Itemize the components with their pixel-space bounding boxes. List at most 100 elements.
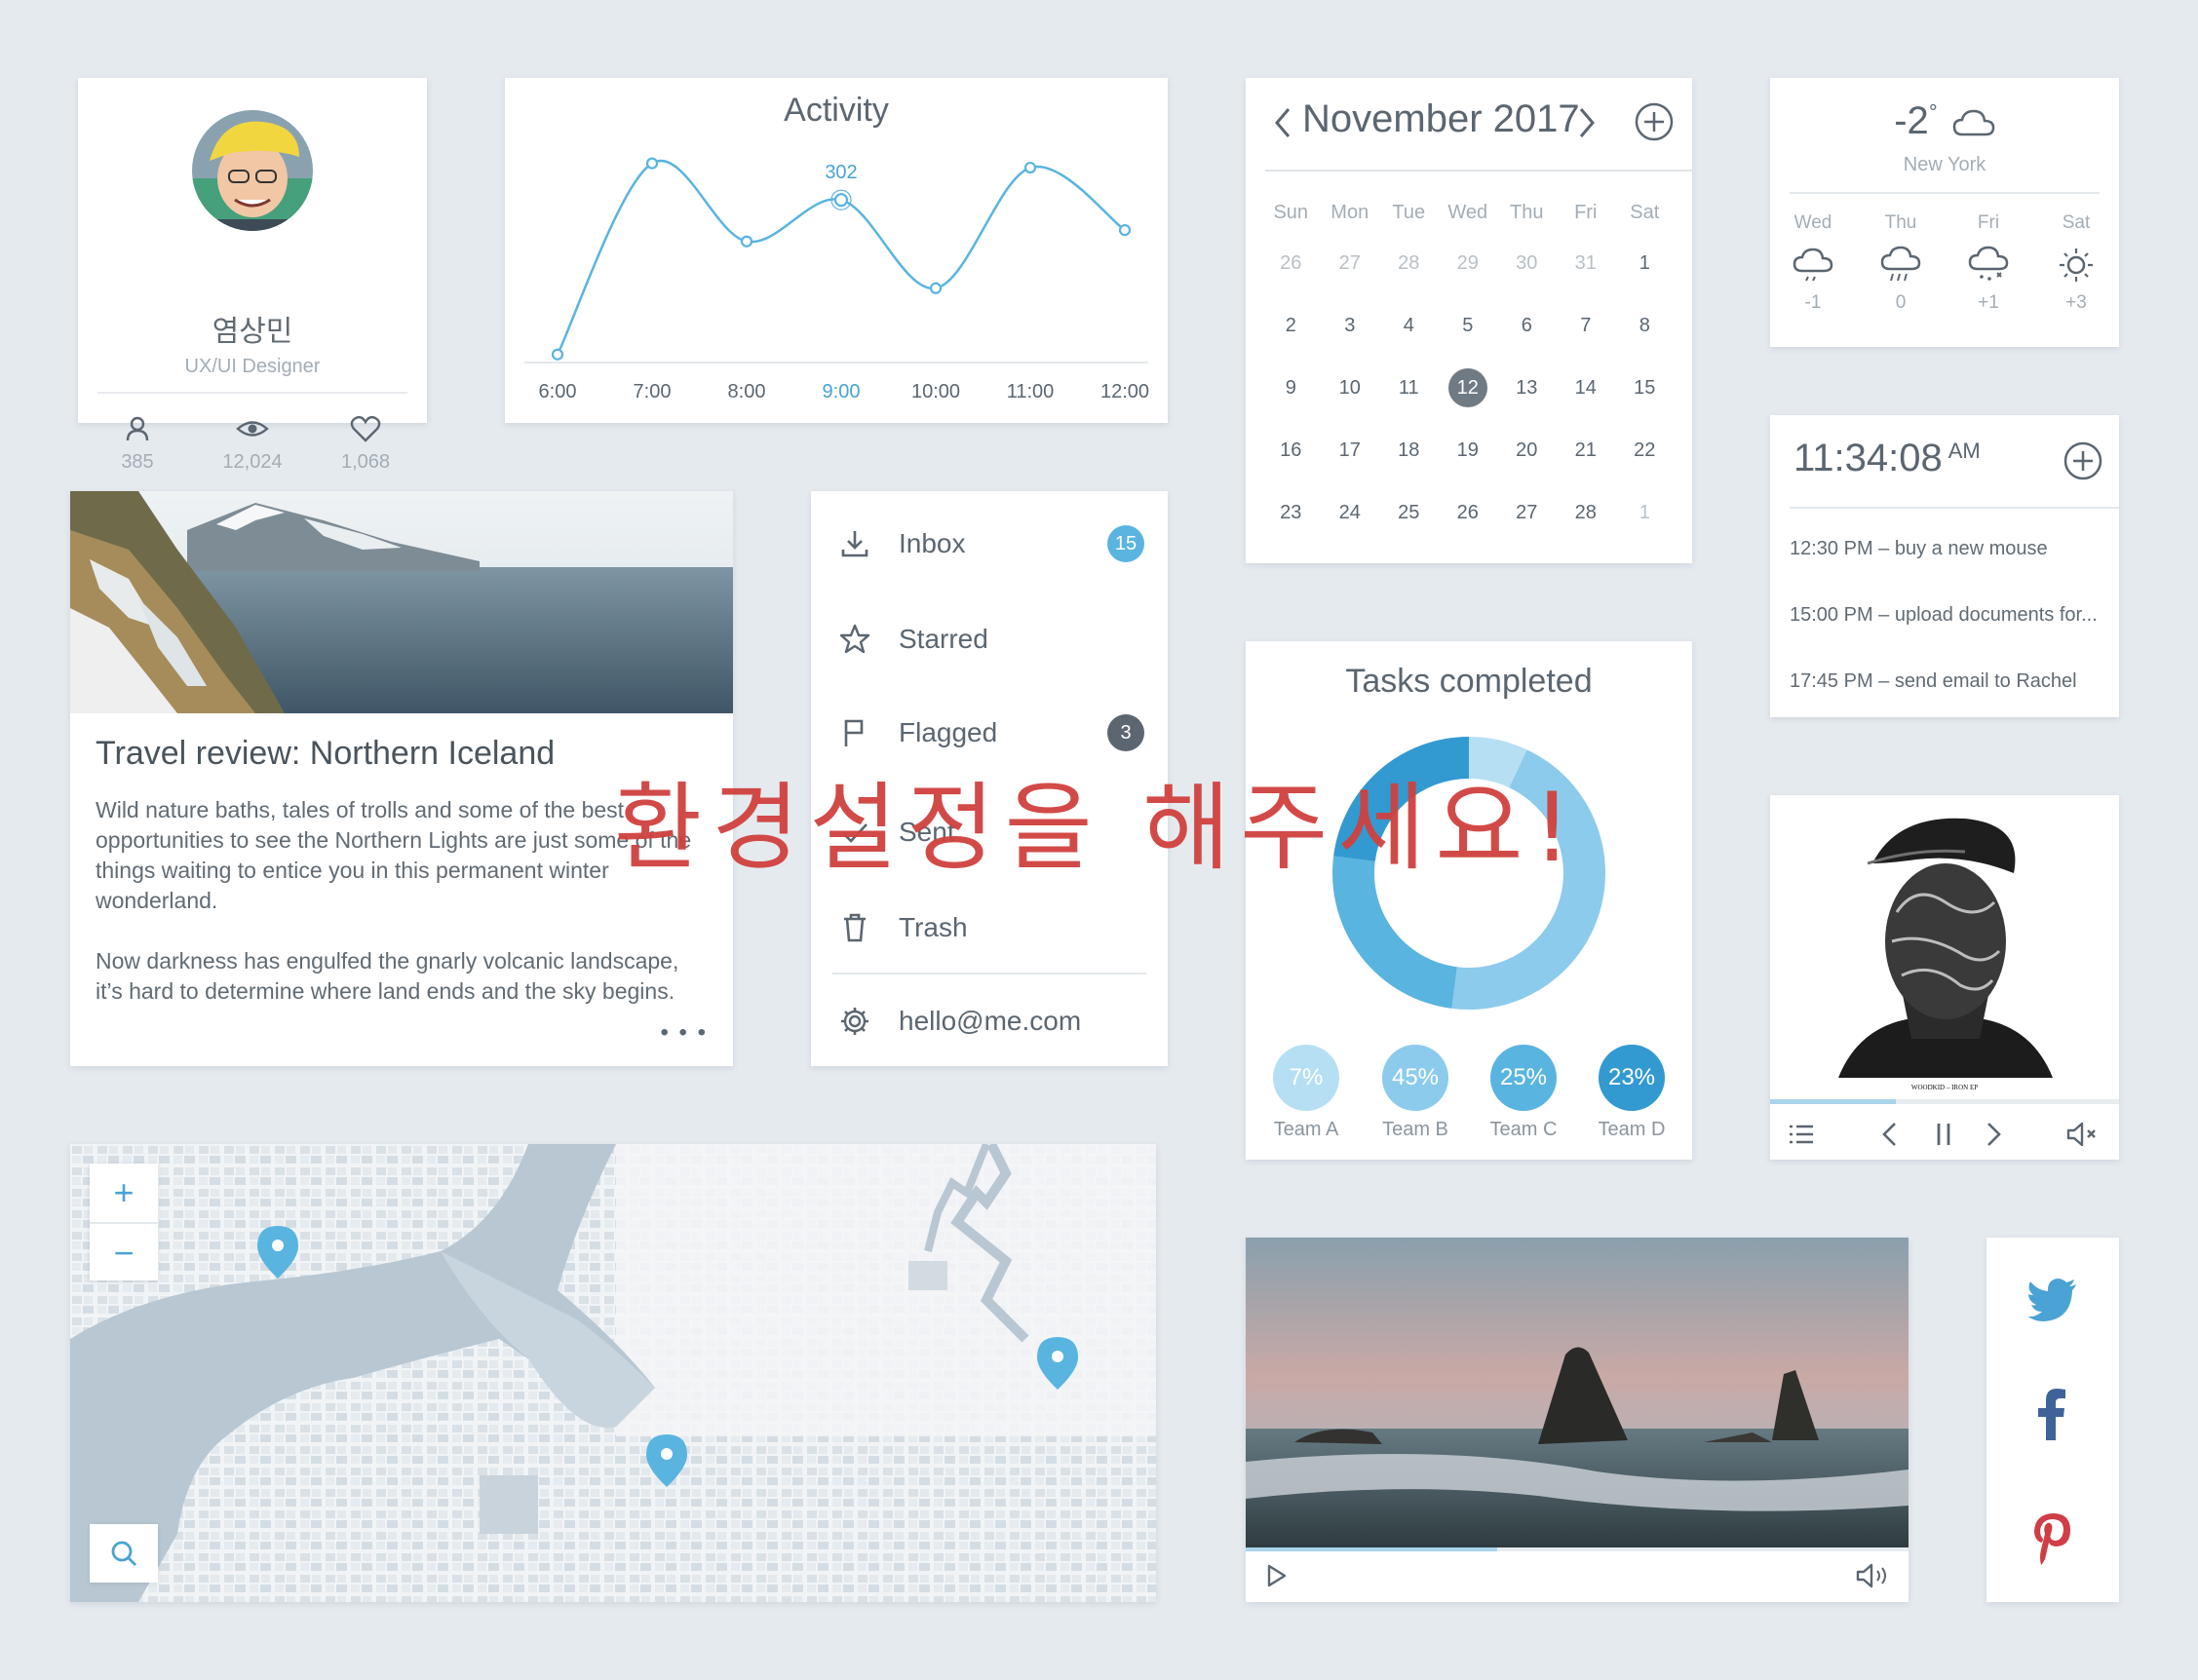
- folder-label: Starred: [899, 624, 988, 654]
- day-cell[interactable]: 29: [1439, 252, 1498, 275]
- day-cell[interactable]: 3: [1321, 315, 1380, 337]
- forecast-day[interactable]: Sat +3: [2037, 212, 2115, 314]
- day-cell[interactable]: 13: [1497, 377, 1557, 400]
- profile-role: UX/UI Designer: [184, 356, 321, 377]
- forecast-day-name: Sat: [2062, 212, 2091, 233]
- account-settings[interactable]: hello@me.com: [838, 1002, 1144, 1041]
- reminder-item[interactable]: 17:45 PM – send email to Rachel: [1790, 670, 2106, 693]
- followers-stat[interactable]: 385: [84, 414, 191, 474]
- day-cell[interactable]: 8: [1615, 315, 1675, 337]
- data-point[interactable]: [740, 235, 753, 248]
- article-cover-image: [70, 491, 733, 713]
- day-cell[interactable]: 5: [1439, 315, 1498, 337]
- day-cell[interactable]: 18: [1379, 439, 1439, 462]
- folder-trash[interactable]: Trash: [838, 908, 1144, 947]
- likes-stat[interactable]: 1,068: [312, 414, 419, 474]
- day-cell-today[interactable]: 12: [1439, 368, 1498, 407]
- day-cell[interactable]: 14: [1557, 377, 1616, 400]
- map-card[interactable]: + −: [70, 1144, 1156, 1602]
- add-event-icon[interactable]: [1634, 101, 1675, 142]
- day-cell[interactable]: 28: [1557, 502, 1616, 524]
- video-frame[interactable]: [1246, 1238, 1909, 1547]
- day-cell[interactable]: 11: [1379, 377, 1439, 400]
- day-cell[interactable]: 28: [1379, 252, 1439, 275]
- day-cell[interactable]: 17: [1321, 439, 1380, 462]
- team-percentage-label: 25%: [1490, 1045, 1557, 1111]
- chevron-right-icon[interactable]: [1577, 103, 1597, 142]
- team-stat[interactable]: 45% Team B: [1376, 1045, 1454, 1141]
- views-stat[interactable]: 12,024: [199, 414, 306, 474]
- day-cell[interactable]: 4: [1379, 315, 1439, 337]
- download-icon: [841, 531, 868, 557]
- forecast-day[interactable]: Wed -1: [1774, 212, 1852, 314]
- views-count: 12,024: [222, 451, 283, 473]
- day-cell[interactable]: 24: [1321, 502, 1380, 524]
- video-progress-fill: [1246, 1547, 1498, 1551]
- day-cell[interactable]: 9: [1261, 377, 1321, 400]
- day-cell[interactable]: 15: [1615, 377, 1675, 400]
- day-cell[interactable]: 1: [1615, 502, 1675, 524]
- previous-track-icon[interactable]: [1875, 1119, 1907, 1150]
- forecast-day[interactable]: Thu 0: [1862, 212, 1940, 314]
- day-cell[interactable]: 2: [1261, 315, 1321, 337]
- day-cell[interactable]: 19: [1439, 439, 1498, 462]
- folder-starred[interactable]: Starred: [838, 620, 1144, 659]
- team-percentage-label: 23%: [1599, 1045, 1665, 1111]
- team-stat[interactable]: 7% Team A: [1267, 1045, 1345, 1141]
- day-cell[interactable]: 26: [1261, 252, 1321, 275]
- play-icon[interactable]: [1261, 1561, 1291, 1590]
- more-options-button[interactable]: • • •: [660, 1019, 708, 1047]
- day-cell[interactable]: 6: [1497, 315, 1557, 337]
- folder-inbox[interactable]: Inbox 15: [838, 524, 1144, 563]
- day-cell[interactable]: 25: [1379, 502, 1439, 524]
- next-track-icon[interactable]: [1977, 1119, 2008, 1150]
- data-point[interactable]: [645, 157, 659, 170]
- map-pin-icon[interactable]: [1035, 1335, 1080, 1392]
- data-point[interactable]: [1118, 224, 1132, 237]
- map-pin-icon[interactable]: [255, 1224, 300, 1280]
- x-tick-label: 11:00: [1007, 381, 1055, 402]
- day-cell[interactable]: 23: [1261, 502, 1321, 524]
- video-progress-bar[interactable]: [1246, 1547, 1909, 1551]
- reminder-item[interactable]: 15:00 PM – upload documents for...: [1790, 604, 2106, 627]
- reminder-item[interactable]: 12:30 PM – buy a new mouse: [1790, 538, 2106, 560]
- avatar[interactable]: [192, 110, 313, 231]
- map-search-button[interactable]: [90, 1524, 158, 1583]
- day-cell[interactable]: 1: [1615, 252, 1675, 275]
- track-progress-bar[interactable]: [1770, 1099, 2119, 1104]
- data-point[interactable]: [1023, 161, 1037, 174]
- zoom-out-button[interactable]: −: [90, 1222, 158, 1280]
- chevron-left-icon[interactable]: [1273, 103, 1292, 142]
- day-cell[interactable]: 30: [1497, 252, 1557, 275]
- forecast-day[interactable]: Fri +1: [1949, 212, 2027, 314]
- degree-sign: °: [1928, 99, 1938, 125]
- day-cell[interactable]: 20: [1497, 439, 1557, 462]
- data-point[interactable]: [929, 282, 943, 294]
- mute-icon[interactable]: [2064, 1119, 2103, 1150]
- day-cell[interactable]: 21: [1557, 439, 1616, 462]
- data-point[interactable]: [833, 193, 849, 208]
- day-cell[interactable]: 27: [1321, 252, 1380, 275]
- zoom-in-button[interactable]: +: [90, 1164, 158, 1222]
- pause-icon[interactable]: [1928, 1119, 1959, 1150]
- add-reminder-icon[interactable]: [2063, 440, 2103, 481]
- map-canvas[interactable]: [70, 1144, 1156, 1602]
- team-stat[interactable]: 23% Team D: [1593, 1045, 1671, 1141]
- day-cell[interactable]: 7: [1557, 315, 1616, 337]
- day-cell[interactable]: 26: [1439, 502, 1498, 524]
- volume-icon[interactable]: [1854, 1561, 1893, 1590]
- day-cell[interactable]: 22: [1615, 439, 1675, 462]
- map-pin-icon[interactable]: [644, 1432, 689, 1489]
- pinterest-icon[interactable]: [2033, 1512, 2072, 1565]
- day-cell[interactable]: 16: [1261, 439, 1321, 462]
- day-cell[interactable]: 10: [1321, 377, 1380, 400]
- day-cell[interactable]: 31: [1557, 252, 1616, 275]
- playlist-icon[interactable]: [1786, 1119, 1817, 1150]
- x-tick-label: 8:00: [728, 381, 766, 402]
- data-point[interactable]: [551, 348, 564, 361]
- twitter-icon[interactable]: [2027, 1279, 2078, 1321]
- facebook-icon[interactable]: [2037, 1388, 2066, 1440]
- day-cell[interactable]: 27: [1497, 502, 1557, 524]
- team-stat[interactable]: 25% Team C: [1485, 1045, 1562, 1141]
- folder-flagged[interactable]: Flagged 3: [838, 713, 1144, 752]
